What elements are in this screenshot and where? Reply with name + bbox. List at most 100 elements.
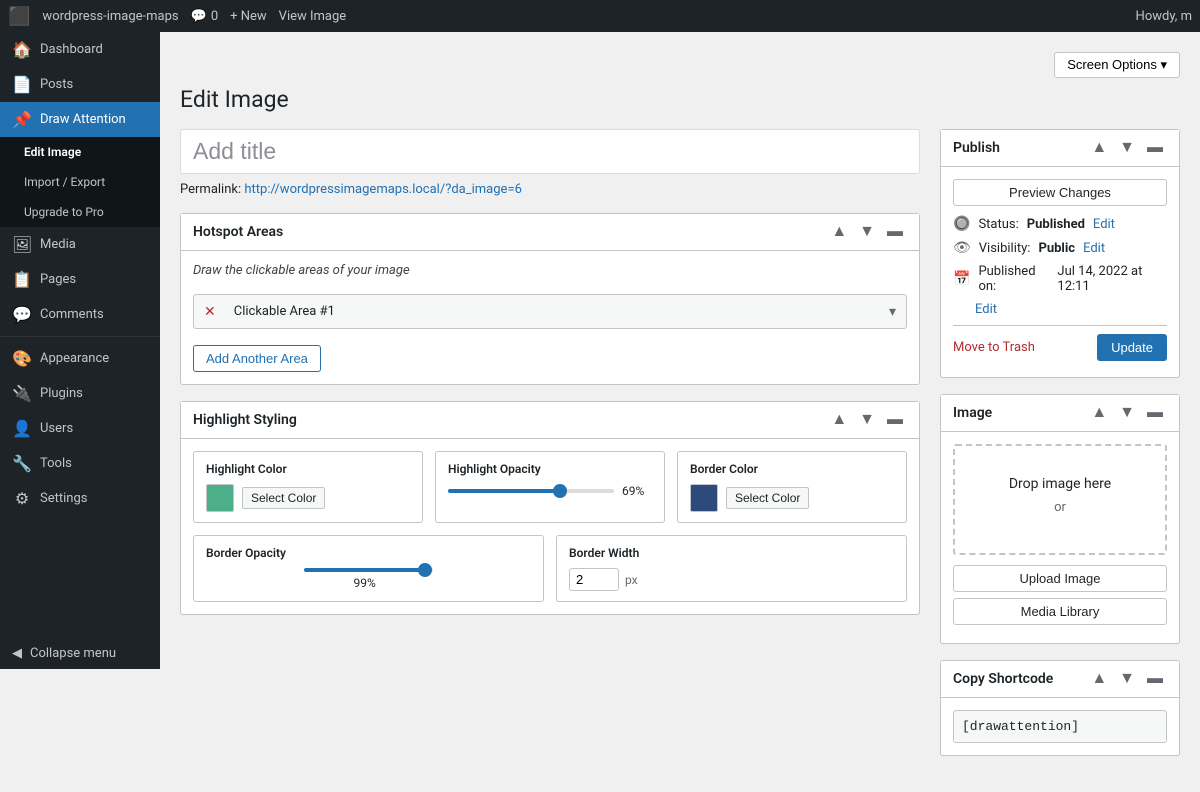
border-opacity-row: 99% <box>206 568 531 590</box>
media-library-button[interactable]: Media Library <box>953 598 1167 625</box>
view-image-link[interactable]: View Image <box>279 9 347 24</box>
published-label: Published on: <box>978 264 1049 294</box>
preview-changes-button[interactable]: Preview Changes <box>953 179 1167 206</box>
publish-collapse-up-button[interactable]: ▲ <box>1087 138 1111 158</box>
comments-link[interactable]: 💬 0 <box>191 9 219 24</box>
tools-icon: 🔧 <box>12 454 32 473</box>
sidebar: 🏠 Dashboard 📄 Posts 📌 Draw Attention Edi… <box>0 32 160 669</box>
shortcode-collapse-down-button[interactable]: ▼ <box>1115 669 1139 689</box>
shortcode-header: Copy Shortcode ▲ ▼ ▬ <box>941 661 1179 698</box>
sidebar-item-edit-image[interactable]: Edit Image <box>0 137 160 167</box>
publish-collapse-down-button[interactable]: ▼ <box>1115 138 1139 158</box>
styling-toggle-button[interactable]: ▬ <box>883 410 907 430</box>
highlight-opacity-label: Highlight Opacity <box>448 462 652 476</box>
status-value: Published <box>1027 217 1085 232</box>
sidebar-item-label: Plugins <box>40 386 83 401</box>
submenu-item-label: Upgrade to Pro <box>24 205 104 219</box>
users-icon: 👤 <box>12 419 32 438</box>
site-name[interactable]: wordpress-image-maps <box>42 9 178 24</box>
border-width-input[interactable] <box>569 568 619 591</box>
border-width-row: px <box>569 568 894 591</box>
highlight-color-select-button[interactable]: Select Color <box>242 487 325 509</box>
shortcode-collapse-up-button[interactable]: ▲ <box>1087 669 1111 689</box>
hotspot-areas-controls: ▲ ▼ ▬ <box>827 222 907 242</box>
admin-bar: ⬛ wordpress-image-maps 💬 0 + New View Im… <box>0 0 1200 32</box>
sidebar-item-dashboard[interactable]: 🏠 Dashboard <box>0 32 160 67</box>
sidebar-item-label: Dashboard <box>40 42 103 57</box>
edit-main-column: Permalink: http://wordpressimagemaps.loc… <box>180 129 920 631</box>
highlight-styling-body: Highlight Color Select Color Highlight O… <box>181 439 919 614</box>
collapse-menu-button[interactable]: ◀ Collapse menu <box>0 638 160 669</box>
publish-metabox: Publish ▲ ▼ ▬ Preview Changes 🔘 Status: … <box>940 129 1180 378</box>
permalink-link[interactable]: http://wordpressimagemaps.local/?da_imag… <box>244 182 522 197</box>
sidebar-item-comments[interactable]: 💬 Comments <box>0 297 160 332</box>
hotspot-collapse-down-button[interactable]: ▼ <box>855 222 879 242</box>
published-edit-link[interactable]: Edit <box>975 302 997 317</box>
sidebar-item-label: Draw Attention <box>40 112 126 127</box>
border-opacity-label: Border Opacity <box>206 546 531 560</box>
sidebar-item-settings[interactable]: ⚙ Settings <box>0 481 160 516</box>
sidebar-item-users[interactable]: 👤 Users <box>0 411 160 446</box>
sidebar-item-pages[interactable]: 📋 Pages <box>0 262 160 297</box>
hotspot-toggle-button[interactable]: ▬ <box>883 222 907 242</box>
add-another-area-button[interactable]: Add Another Area <box>193 345 321 372</box>
border-color-swatch <box>690 484 718 512</box>
dashboard-icon: 🏠 <box>12 40 32 59</box>
styling-collapse-down-button[interactable]: ▼ <box>855 410 879 430</box>
pages-icon: 📋 <box>12 270 32 289</box>
sidebar-item-plugins[interactable]: 🔌 Plugins <box>0 376 160 411</box>
status-edit-link[interactable]: Edit <box>1093 217 1115 232</box>
new-menu[interactable]: + New <box>230 9 267 24</box>
clickable-area-label: Clickable Area #1 <box>226 296 879 327</box>
delete-area-button[interactable]: ✕ <box>194 295 226 328</box>
hotspot-collapse-up-button[interactable]: ▲ <box>827 222 851 242</box>
sidebar-item-appearance[interactable]: 🎨 Appearance <box>0 341 160 376</box>
sidebar-item-media[interactable]: 🖼 Media <box>0 227 160 262</box>
shortcode-controls: ▲ ▼ ▬ <box>1087 669 1167 689</box>
border-color-label: Border Color <box>690 462 894 476</box>
sidebar-item-posts[interactable]: 📄 Posts <box>0 67 160 102</box>
published-value: Jul 14, 2022 at 12:11 <box>1057 264 1167 294</box>
publish-toggle-button[interactable]: ▬ <box>1143 138 1167 158</box>
sidebar-item-draw-attention[interactable]: 📌 Draw Attention <box>0 102 160 137</box>
sidebar-item-label: Users <box>40 421 73 436</box>
visibility-edit-link[interactable]: Edit <box>1083 241 1105 256</box>
border-opacity-slider[interactable] <box>304 568 433 572</box>
highlight-styling-header: Highlight Styling ▲ ▼ ▬ <box>181 402 919 439</box>
highlight-opacity-slider[interactable] <box>448 489 614 493</box>
image-toggle-button[interactable]: ▬ <box>1143 403 1167 423</box>
sidebar-item-label: Media <box>40 237 76 252</box>
collapse-icon: ◀ <box>12 646 22 661</box>
highlight-color-row: Select Color <box>206 484 410 512</box>
highlight-styling-metabox: Highlight Styling ▲ ▼ ▬ Highlight Color <box>180 401 920 615</box>
posts-icon: 📄 <box>12 75 32 94</box>
border-opacity-value: 99% <box>354 576 384 590</box>
border-opacity-slider-container <box>304 568 433 572</box>
styling-collapse-up-button[interactable]: ▲ <box>827 410 851 430</box>
shortcode-value[interactable]: [drawattention] <box>953 710 1167 743</box>
upload-image-button[interactable]: Upload Image <box>953 565 1167 592</box>
shortcode-metabox: Copy Shortcode ▲ ▼ ▬ [drawattention] <box>940 660 1180 756</box>
drop-text: Drop image here <box>975 476 1145 492</box>
image-metabox: Image ▲ ▼ ▬ Drop image here or Upload Im… <box>940 394 1180 644</box>
update-button[interactable]: Update <box>1097 334 1167 361</box>
move-to-trash-link[interactable]: Move to Trash <box>953 340 1035 355</box>
border-color-select-button[interactable]: Select Color <box>726 487 809 509</box>
highlight-color-item: Highlight Color Select Color <box>193 451 423 523</box>
sidebar-item-upgrade-pro[interactable]: Upgrade to Pro <box>0 197 160 227</box>
screen-options-button[interactable]: Screen Options ▾ <box>1054 52 1180 78</box>
image-body: Drop image here or Upload Image Media Li… <box>941 432 1179 643</box>
shortcode-toggle-button[interactable]: ▬ <box>1143 669 1167 689</box>
publish-footer: Move to Trash Update <box>953 325 1167 365</box>
sidebar-item-tools[interactable]: 🔧 Tools <box>0 446 160 481</box>
image-collapse-down-button[interactable]: ▼ <box>1115 403 1139 423</box>
image-collapse-up-button[interactable]: ▲ <box>1087 403 1111 423</box>
status-row: 🔘 Status: Published Edit <box>953 216 1167 232</box>
shortcode-title: Copy Shortcode <box>953 671 1087 687</box>
draw-attention-icon: 📌 <box>12 110 32 129</box>
title-input[interactable] <box>180 129 920 174</box>
submenu-item-label: Edit Image <box>24 145 81 159</box>
sidebar-divider <box>0 336 160 337</box>
expand-area-chevron-icon[interactable]: ▾ <box>879 296 906 328</box>
sidebar-item-import-export[interactable]: Import / Export <box>0 167 160 197</box>
